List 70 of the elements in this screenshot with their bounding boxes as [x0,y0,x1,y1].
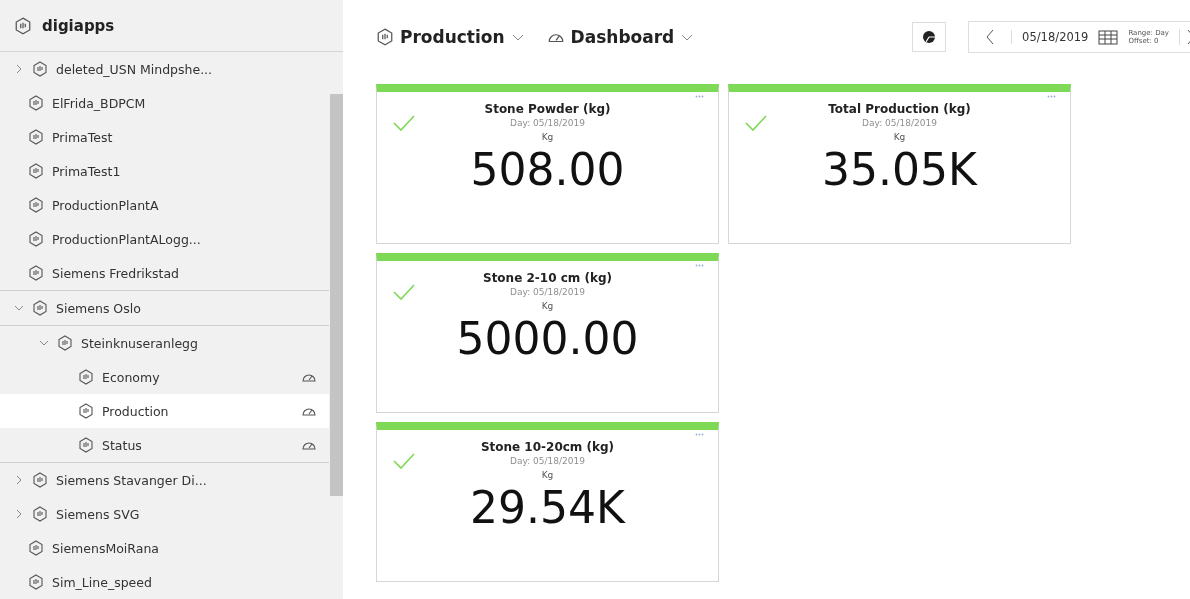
tile-value: 5000.00 [456,313,639,364]
tile-unit: Kg [541,470,554,480]
tree-item[interactable]: Steinknuseranlegg [0,325,329,360]
tile-date: Day: 05/18/2019 [862,118,937,128]
tree-item[interactable]: Status [0,428,329,462]
tree-item[interactable]: Siemens Stavanger Di... [0,462,329,497]
sidebar-title: digiapps [42,16,115,35]
more-icon[interactable] [1047,95,1056,98]
tree-item[interactable]: SiemensMoiRana [0,531,329,565]
asset-icon [57,335,73,351]
asset-icon [28,540,44,556]
tile-unit: Kg [541,132,554,142]
date-text: 05/18/2019 [1011,30,1089,44]
caret-icon [510,32,525,42]
asset-icon [32,300,48,316]
asset-icon [32,506,48,522]
asset-icon [28,231,44,247]
asset-icon [28,95,44,111]
asset-icon [28,574,44,590]
asset-dropdown[interactable]: Production [376,27,525,47]
tile-date: Day: 05/18/2019 [510,456,585,466]
asset-icon [78,403,94,419]
asset-icon [32,472,48,488]
tree-item[interactable]: ElFrida_BDPCM [0,86,329,120]
more-icon[interactable] [695,95,704,98]
asset-icon [28,129,44,145]
tree-item[interactable]: PrimaTest1 [0,154,329,188]
chevron-left-icon [985,29,996,45]
asset-icon [78,437,94,453]
tree-item[interactable]: Siemens Oslo [0,290,329,325]
tile-unit: Kg [893,132,906,142]
tile-unit: Kg [541,301,554,311]
chevron-icon[interactable] [14,475,24,485]
tree-item[interactable]: Siemens SVG [0,497,329,531]
tree-item[interactable]: ProductionPlantALogg... [0,222,329,256]
chevron-icon[interactable] [39,338,49,348]
asset-icon [28,163,44,179]
tree-item[interactable]: ProductionPlantA [0,188,329,222]
asset-icon [28,197,44,213]
more-icon[interactable] [695,433,704,436]
tile-date: Day: 05/18/2019 [510,118,585,128]
tile-date: Day: 05/18/2019 [510,287,585,297]
chevron-icon[interactable] [14,509,24,519]
tile-value: 35.05K [822,144,977,195]
calendar-icon[interactable] [1098,29,1119,45]
asset-icon [376,28,394,46]
chart-button[interactable] [912,22,947,52]
tile-title: Stone 2-10 cm (kg) [483,271,612,285]
tree-item[interactable]: Production [0,394,329,428]
tree-item[interactable]: deleted_USN Mindpshe... [0,52,329,86]
view-dropdown[interactable]: Dashboard [546,27,695,47]
pie-icon [922,30,937,44]
more-icon[interactable] [695,264,704,267]
tile-value: 508.00 [470,144,625,195]
asset-icon [14,16,32,35]
tile-title: Stone Powder (kg) [484,102,611,116]
asset-icon [78,369,94,385]
asset-icon [32,61,48,77]
tile-title: Total Production (kg) [828,102,971,116]
scrollbar-thumb[interactable] [330,94,343,496]
tree-item[interactable]: Sim_Line_speed [0,565,329,599]
tree-item[interactable]: Siemens Fredrikstad [0,256,329,290]
caret-icon [680,32,695,42]
tile-title: Stone 10-20cm (kg) [480,440,615,454]
tile-value: 29.54K [470,482,625,533]
asset-icon [28,265,44,281]
chevron-icon[interactable] [14,64,24,74]
tree-item[interactable]: Economy [0,360,329,394]
chevron-icon[interactable] [14,303,24,313]
tree-item[interactable]: PrimaTest [0,120,329,154]
